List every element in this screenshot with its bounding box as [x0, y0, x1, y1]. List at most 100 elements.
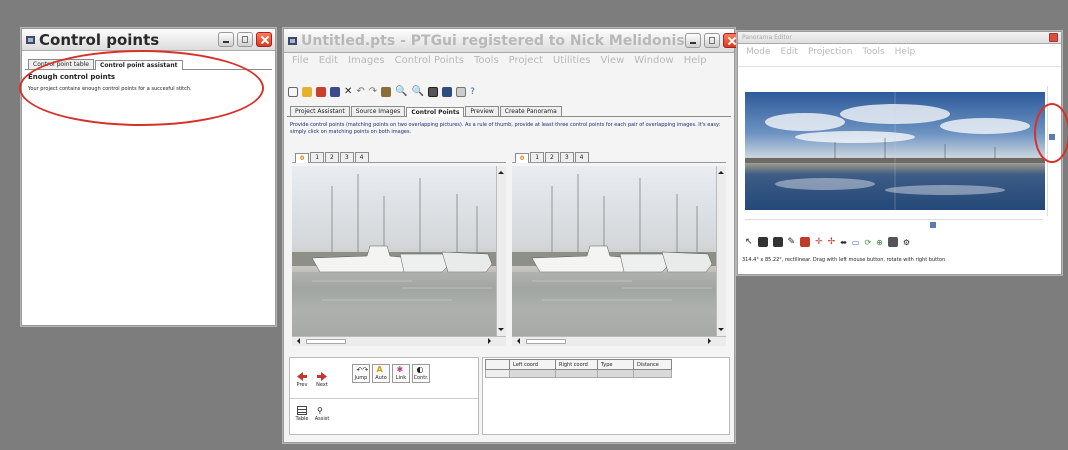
add-images-icon[interactable] [316, 86, 326, 97]
close-button[interactable] [256, 32, 272, 47]
undo-icon[interactable]: ↶ [356, 86, 364, 97]
right-source-image[interactable] [512, 166, 716, 336]
edit-icon[interactable]: ✎ [788, 237, 796, 247]
slider-handle-icon [1049, 134, 1055, 140]
left-image-tab-1[interactable]: 1 [310, 152, 325, 162]
menu-projection[interactable]: Projection [808, 47, 853, 57]
menu-edit[interactable]: Edit [781, 47, 798, 57]
pointer-icon[interactable]: ↖ [745, 237, 753, 247]
right-image-vscroll[interactable] [716, 166, 726, 336]
table-row[interactable] [485, 369, 672, 378]
menu-utilities[interactable]: Utilities [553, 55, 591, 66]
minimize-button[interactable] [218, 32, 234, 47]
pano-canvas[interactable] [745, 92, 1045, 210]
open-images-icon[interactable] [757, 237, 768, 247]
col-left-coord[interactable]: Left coord [509, 359, 556, 370]
tab-control-point-assistant[interactable]: Control point assistant [95, 60, 183, 70]
zoom-in-icon[interactable]: 🔍 [395, 86, 407, 97]
aspect-icon[interactable]: ▭ [852, 238, 860, 247]
assist-wand-icon: ⚲ [317, 406, 323, 415]
right-image-hscroll[interactable] [512, 336, 726, 346]
right-image-tab-1[interactable]: 1 [530, 152, 545, 162]
link-button[interactable]: ✱ Link [392, 364, 410, 383]
new-project-icon[interactable] [288, 86, 298, 97]
menu-file[interactable]: File [292, 55, 309, 66]
left-image-tab-2[interactable]: 2 [325, 152, 339, 162]
left-image-vscroll[interactable] [496, 166, 506, 336]
menu-tools[interactable]: Tools [474, 55, 499, 66]
menu-view[interactable]: View [601, 55, 625, 66]
prev-button[interactable]: Prev [294, 372, 310, 388]
control-points-window: Control points Control point table Contr… [21, 28, 276, 326]
menu-help[interactable]: Help [684, 55, 707, 66]
rotate-icon[interactable]: ⟳ [864, 238, 871, 247]
panorama-editor-icon[interactable] [442, 86, 453, 97]
tab-project-assistant[interactable]: Project Assistant [290, 106, 350, 116]
minimize-button[interactable] [684, 33, 701, 48]
auto-button[interactable]: A Auto [372, 364, 390, 383]
menu-tools[interactable]: Tools [862, 47, 884, 57]
jump-button[interactable]: ↶↷ Jump [352, 364, 370, 383]
optimizer-icon[interactable] [381, 86, 392, 97]
maximize-button[interactable] [703, 33, 720, 48]
detail-viewer-icon[interactable] [456, 86, 467, 97]
menu-help[interactable]: Help [895, 47, 916, 57]
maximize-button[interactable] [237, 32, 253, 47]
control-points-titlebar[interactable]: Control points [22, 29, 275, 51]
col-type[interactable]: Type [597, 359, 634, 370]
save-icon[interactable] [330, 86, 340, 97]
close-project-icon[interactable]: ✕ [344, 86, 352, 97]
pano-close-button[interactable] [1049, 33, 1058, 42]
settings-icon[interactable]: ⚙ [903, 238, 910, 247]
menu-mode[interactable]: Mode [746, 47, 771, 57]
select-images-icon[interactable] [800, 237, 811, 247]
menu-control-points[interactable]: Control Points [395, 55, 464, 66]
left-image-tab-3[interactable]: 3 [339, 152, 354, 162]
contr-button[interactable]: ◐ Contr. [412, 364, 430, 383]
folder-icon[interactable] [772, 237, 783, 247]
cp-tab-strip: Control point table Control point assist… [25, 59, 272, 70]
zoom-out-icon[interactable]: 🔍 [412, 86, 424, 97]
pano-horizontal-slider[interactable] [745, 219, 1043, 229]
left-source-image[interactable] [292, 166, 496, 336]
right-image-tab-0[interactable]: 0 [515, 153, 530, 163]
right-image-tabs: 0 1 2 3 4 [512, 152, 726, 163]
tab-create-panorama[interactable]: Create Panorama [499, 106, 562, 116]
right-image-tab-3[interactable]: 3 [559, 152, 574, 162]
next-button[interactable]: Next [314, 372, 330, 388]
center-point-icon[interactable]: ✛ [815, 237, 823, 247]
prev-arrow-icon [297, 372, 307, 381]
straighten-icon[interactable]: ✢ [828, 237, 836, 247]
table-label: Table [295, 416, 309, 422]
right-image-tab-2[interactable]: 2 [545, 152, 559, 162]
right-image-tab-4[interactable]: 4 [574, 152, 589, 162]
help-icon[interactable]: ? [470, 87, 475, 97]
fit-panorama-icon[interactable]: ⬌ [840, 238, 847, 247]
col-right-coord[interactable]: Right coord [555, 359, 598, 370]
menu-window[interactable]: Window [634, 55, 673, 66]
left-image-tab-0[interactable]: 0 [295, 153, 310, 163]
open-project-icon[interactable] [302, 86, 312, 97]
pano-vertical-slider[interactable] [1047, 86, 1055, 216]
menu-project[interactable]: Project [509, 55, 543, 66]
menu-edit[interactable]: Edit [319, 55, 338, 66]
main-titlebar[interactable]: Untitled.pts - PTGui registered to Nick … [284, 29, 739, 53]
globe-icon[interactable]: ⊕ [876, 238, 883, 247]
assist-button[interactable]: ⚲ Assist [314, 406, 330, 422]
tab-preview[interactable]: Preview [465, 106, 499, 116]
table-button[interactable]: Table [294, 406, 310, 422]
tab-control-points[interactable]: Control Points [406, 107, 465, 117]
redo-icon[interactable]: ↷ [369, 86, 377, 97]
tab-control-point-table[interactable]: Control point table [28, 59, 95, 69]
left-image-tab-4[interactable]: 4 [354, 152, 369, 162]
next-label: Next [316, 382, 328, 388]
col-distance[interactable]: Distance [633, 359, 672, 370]
menu-images[interactable]: Images [348, 55, 385, 66]
next-arrow-icon [317, 372, 327, 381]
pano-titlebar[interactable]: Panorama Editor [738, 32, 1061, 44]
left-image-hscroll[interactable] [292, 336, 506, 346]
mask-icon[interactable] [887, 237, 898, 247]
tab-source-images[interactable]: Source Images [350, 106, 406, 116]
control-point-table[interactable]: Left coord Right coord Type Distance [485, 359, 672, 378]
preview-icon[interactable] [428, 86, 439, 97]
